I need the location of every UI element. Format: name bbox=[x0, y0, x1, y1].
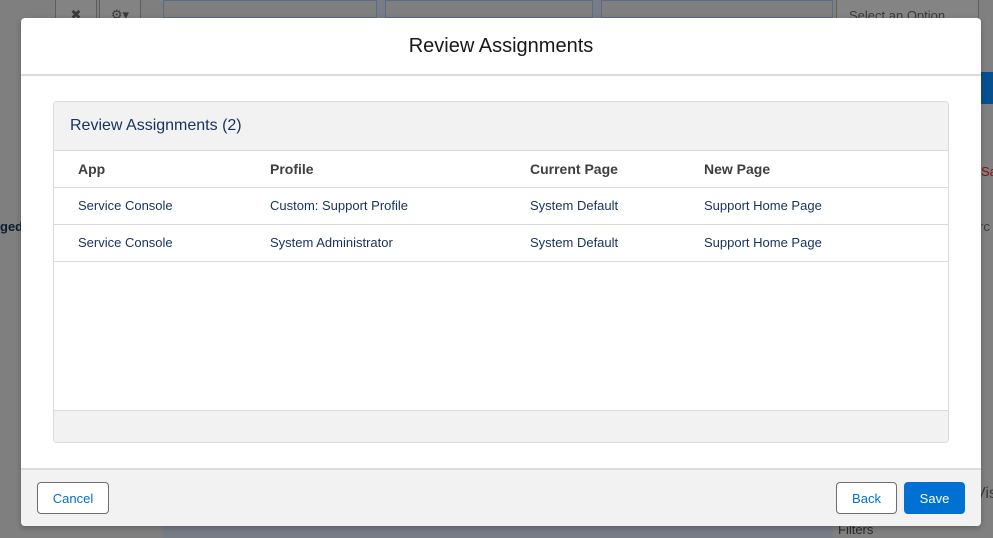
cell-app: Service Console bbox=[54, 187, 246, 225]
modal-header: Review Assignments bbox=[21, 18, 981, 76]
cell-app: Service Console bbox=[54, 224, 246, 262]
modal-body: Review Assignments (2) App Profile Curre… bbox=[21, 76, 981, 468]
cell-current-page: System Default bbox=[506, 187, 680, 225]
cell-current-page: System Default bbox=[506, 224, 680, 262]
table-row: Service Console System Administrator Sys… bbox=[54, 224, 948, 262]
column-header-new-page: New Page bbox=[680, 151, 948, 188]
background-blue-button bbox=[980, 72, 993, 104]
background-text: Sa bbox=[981, 164, 993, 179]
background-label: ged bbox=[0, 219, 24, 234]
column-header-current-page: Current Page bbox=[506, 151, 680, 188]
modal-footer: Cancel Back Save bbox=[21, 468, 981, 526]
column-header-profile: Profile bbox=[246, 151, 506, 188]
cell-new-page: Support Home Page bbox=[680, 187, 948, 225]
review-assignments-modal: Review Assignments Review Assignments (2… bbox=[21, 18, 981, 526]
assignments-card: Review Assignments (2) App Profile Curre… bbox=[53, 101, 949, 443]
assignments-table: App Profile Current Page New Page Servic… bbox=[54, 151, 948, 262]
background-pane bbox=[601, 0, 833, 18]
card-header: Review Assignments (2) bbox=[54, 102, 948, 151]
card-footer bbox=[54, 410, 948, 442]
cancel-button[interactable]: Cancel bbox=[37, 482, 109, 514]
cell-profile: System Administrator bbox=[246, 224, 506, 262]
card-title: Review Assignments (2) bbox=[70, 117, 242, 134]
cell-profile: Custom: Support Profile bbox=[246, 187, 506, 225]
background-pane bbox=[385, 0, 593, 18]
table-header-row: App Profile Current Page New Page bbox=[54, 151, 948, 188]
save-button[interactable]: Save bbox=[904, 482, 965, 514]
background-pane bbox=[163, 0, 377, 18]
column-header-app: App bbox=[54, 151, 246, 188]
modal-title: Review Assignments bbox=[408, 34, 594, 57]
cell-new-page: Support Home Page bbox=[680, 224, 948, 262]
back-button[interactable]: Back bbox=[836, 482, 897, 514]
table-row: Service Console Custom: Support Profile … bbox=[54, 187, 948, 225]
